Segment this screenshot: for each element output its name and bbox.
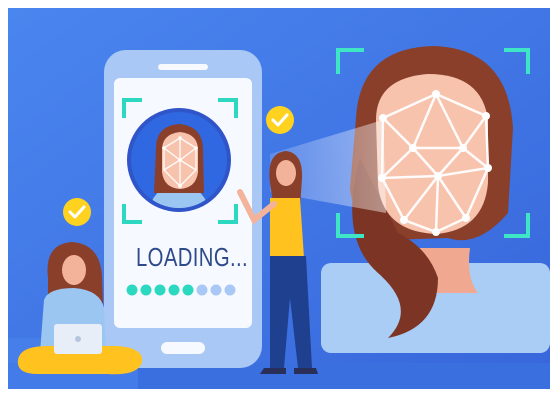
progress-dot: [126, 284, 138, 296]
check-badge-icon: [266, 106, 294, 134]
progress-dot: [140, 284, 152, 296]
phone: [104, 50, 262, 368]
illustration-canvas: [8, 8, 550, 389]
progress-dot: [210, 284, 222, 296]
face-recognition-illustration: LOADING...: [8, 8, 550, 389]
loading-label: LOADING...: [136, 242, 249, 272]
progress-dot: [182, 284, 194, 296]
progress-dot: [154, 284, 166, 296]
check-badge-icon: [63, 198, 91, 226]
progress-dot: [168, 284, 180, 296]
phone-speaker: [158, 64, 208, 70]
progress-dot: [224, 284, 236, 296]
phone-home-button: [161, 342, 205, 354]
progress-dot: [196, 284, 208, 296]
